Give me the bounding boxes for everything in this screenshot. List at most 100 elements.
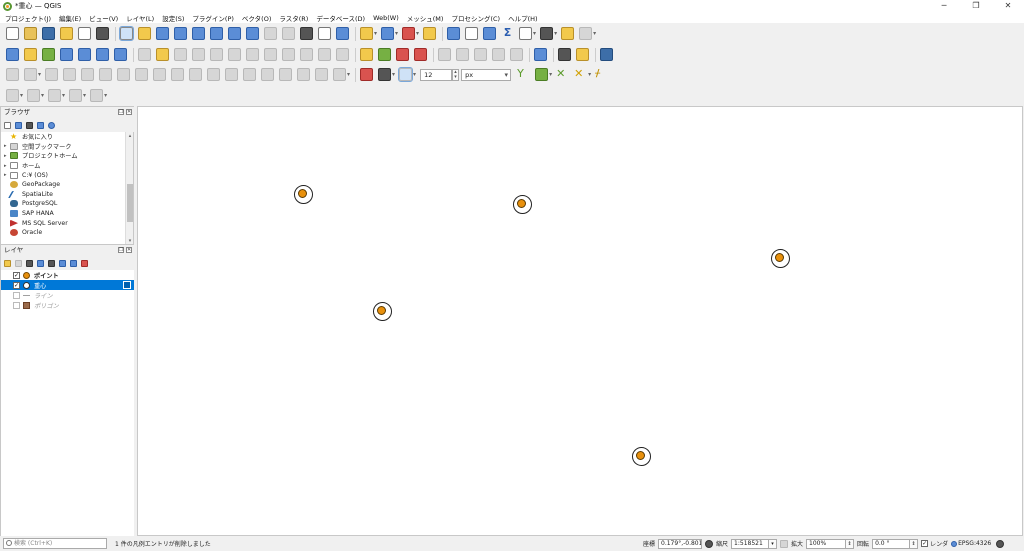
chevron-down-icon[interactable]: ▾: [416, 30, 419, 37]
zoom-in-icon[interactable]: [156, 27, 169, 40]
snapping-layer-icon[interactable]: [378, 68, 392, 81]
cut-features-icon[interactable]: [264, 48, 277, 61]
rotate-point-symbols-icon[interactable]: [243, 68, 257, 81]
centroid-point-marker[interactable]: [631, 446, 651, 466]
chevron-down-icon[interactable]: ▾: [83, 92, 86, 99]
topological-editing-icon[interactable]: Y: [517, 68, 530, 81]
data-source-manager-icon[interactable]: [6, 48, 19, 61]
menu-edit[interactable]: 編集(E): [59, 13, 81, 23]
locator-search-input[interactable]: 検索 (Ctrl+K): [3, 538, 107, 549]
layer-item-line[interactable]: ライン: [1, 290, 134, 300]
measure-icon[interactable]: [519, 27, 533, 40]
chevron-up-down-icon[interactable]: ⇕: [910, 538, 919, 549]
trim-extend-icon[interactable]: [279, 68, 293, 81]
snapping-magnet-icon[interactable]: [360, 68, 374, 81]
decorations-icon[interactable]: [579, 27, 593, 40]
scroll-up-icon[interactable]: ▴: [126, 132, 134, 140]
refresh-icon[interactable]: [336, 27, 349, 40]
float-panel-icon[interactable]: ❐: [118, 109, 124, 115]
snap-tolerance-stepper[interactable]: ▴ ▾: [452, 68, 460, 81]
delete-selected-icon[interactable]: [246, 48, 259, 61]
snap-unit-select[interactable]: px: [461, 68, 512, 81]
chevron-up-down-icon[interactable]: ⇕: [846, 538, 855, 549]
measure-line-icon[interactable]: [540, 27, 554, 40]
scale-field[interactable]: 1:518521: [731, 538, 770, 549]
reshape-features-icon[interactable]: [135, 68, 149, 81]
add-circle-2pt-icon[interactable]: [27, 89, 41, 102]
properties-info-icon[interactable]: [48, 121, 55, 129]
maximize-button[interactable]: ❐: [960, 0, 992, 12]
list-item[interactable]: SAP HANA: [1, 209, 127, 219]
chevron-down-icon[interactable]: ▾: [347, 71, 350, 78]
add-selected-layers-icon[interactable]: [4, 121, 11, 129]
paste-features-icon[interactable]: [300, 48, 313, 61]
float-panel-icon[interactable]: ❐: [118, 247, 124, 253]
add-group-icon[interactable]: [15, 259, 22, 267]
chevron-down-icon[interactable]: ▾: [104, 92, 107, 99]
delete-ring-icon[interactable]: [99, 68, 113, 81]
remove-layer-icon[interactable]: [81, 259, 88, 267]
label-tool-icon[interactable]: [360, 48, 373, 61]
offset-point-symbols-icon[interactable]: [261, 68, 275, 81]
chevron-down-icon[interactable]: ▾: [769, 538, 778, 549]
list-item[interactable]: Oracle: [1, 228, 127, 238]
menu-database[interactable]: データベース(D): [316, 13, 365, 23]
layer-indicator-icon[interactable]: [123, 281, 131, 289]
zoom-out-icon[interactable]: [174, 27, 187, 40]
merge-attributes-icon[interactable]: [225, 68, 239, 81]
scrollbar-thumb[interactable]: [127, 184, 133, 222]
show-hide-labels-icon[interactable]: [492, 48, 505, 61]
chevron-down-icon[interactable]: ▾: [549, 71, 552, 78]
menu-help[interactable]: ヘルプ(H): [508, 13, 537, 23]
select-features-icon[interactable]: [360, 27, 373, 40]
menu-mesh[interactable]: メッシュ(M): [407, 13, 444, 23]
metasearch-icon[interactable]: [558, 48, 571, 61]
move-diagram-icon[interactable]: [510, 48, 523, 61]
add-vector-layer-icon[interactable]: [42, 48, 55, 61]
add-regular-polygon-icon[interactable]: [90, 89, 104, 102]
menu-settings[interactable]: 設定(S): [162, 13, 184, 23]
menu-layer[interactable]: レイヤ(L): [126, 13, 154, 23]
centroid-point-marker[interactable]: [293, 184, 313, 204]
add-ellipse-icon[interactable]: [48, 89, 62, 102]
browser-scrollbar[interactable]: ▴ ▾: [125, 132, 133, 245]
layer-item-polygon[interactable]: ポリゴン: [1, 300, 134, 310]
show-layouts-icon[interactable]: [78, 27, 91, 40]
pan-map-icon[interactable]: [119, 26, 134, 41]
collapse-all-icon[interactable]: [70, 259, 77, 267]
chevron-down-icon[interactable]: ▾: [593, 30, 596, 37]
copy-features-icon[interactable]: [282, 48, 295, 61]
delete-part-icon[interactable]: [117, 68, 131, 81]
menu-vector[interactable]: ベクタ(O): [242, 13, 271, 23]
menu-processing[interactable]: プロセシング(C): [451, 13, 500, 23]
self-snapping-icon[interactable]: ✕: [574, 68, 587, 81]
add-virtual-layer-icon[interactable]: [114, 48, 127, 61]
chevron-down-icon[interactable]: ▾: [395, 30, 398, 37]
toggle-editing-icon[interactable]: [156, 48, 169, 61]
menu-plugins[interactable]: プラグイン(P): [192, 13, 234, 23]
menu-project[interactable]: プロジェクト(J): [5, 13, 51, 23]
list-item[interactable]: ▸ 空間ブックマーク: [1, 142, 127, 152]
close-panel-icon[interactable]: ✕: [126, 109, 132, 115]
zoom-last-icon[interactable]: [264, 27, 277, 40]
plugin-manager-icon[interactable]: [600, 48, 613, 61]
save-edits-icon[interactable]: [174, 48, 187, 61]
layer-visibility-checkbox[interactable]: ✓: [13, 281, 20, 289]
add-spatialite-layer-icon[interactable]: [60, 48, 73, 61]
zoom-full-icon[interactable]: [192, 27, 205, 40]
split-features-icon[interactable]: [171, 68, 185, 81]
add-rectangle-icon[interactable]: [69, 89, 83, 102]
menu-raster[interactable]: ラスタ(R): [279, 13, 308, 23]
add-ring-icon[interactable]: [45, 68, 59, 81]
crs-globe-icon[interactable]: [951, 540, 958, 547]
crs-label[interactable]: EPSG:4326: [958, 540, 991, 547]
save-project-icon[interactable]: [42, 27, 55, 40]
open-project-icon[interactable]: [24, 27, 37, 40]
list-item[interactable]: MS SQL Server: [1, 218, 127, 228]
highlight-labels-icon[interactable]: [414, 48, 427, 61]
manage-map-themes-icon[interactable]: [26, 259, 33, 267]
style-manager-icon[interactable]: [96, 27, 109, 40]
new-map-view-icon[interactable]: [300, 27, 313, 40]
add-circular-string-icon[interactable]: [6, 89, 19, 102]
chevron-down-icon[interactable]: ▾: [20, 92, 23, 99]
